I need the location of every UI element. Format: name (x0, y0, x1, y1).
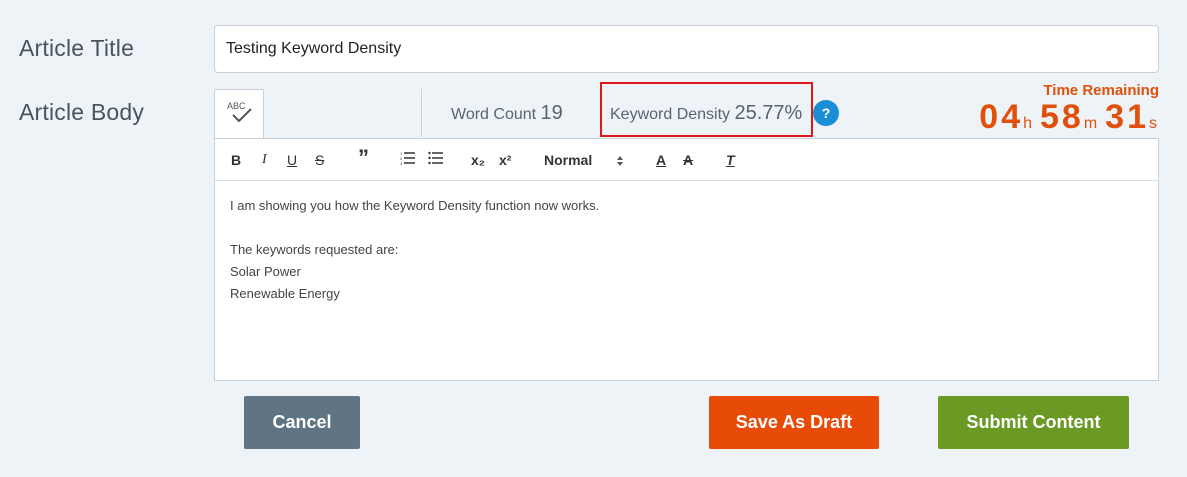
editor-content[interactable]: I am showing you how the Keyword Density… (215, 181, 1158, 319)
article-body-label: Article Body (19, 99, 145, 125)
svg-text:3: 3 (400, 161, 403, 165)
superscript-button[interactable]: x² (499, 151, 511, 169)
clear-format-button[interactable]: T (726, 151, 735, 169)
highlight-button[interactable]: A (683, 151, 693, 169)
timer-hours-unit: h (1023, 115, 1033, 132)
format-select[interactable]: Normal (544, 151, 624, 169)
cancel-button[interactable]: Cancel (244, 396, 360, 449)
article-title-input[interactable] (214, 25, 1159, 73)
checkmark-icon (232, 108, 252, 122)
italic-button[interactable]: I (262, 151, 267, 169)
timer-minutes-unit: m (1083, 115, 1098, 132)
content-line: Renewable Energy (230, 286, 340, 301)
content-line: Solar Power (230, 264, 301, 279)
underline-button[interactable]: U (287, 151, 297, 169)
keyword-density: Keyword Density 25.77% (610, 102, 802, 125)
timer-seconds: 31 (1105, 98, 1149, 136)
timer-seconds-unit: s (1149, 115, 1157, 132)
timer-hours: 04 (979, 98, 1024, 136)
article-title-label: Article Title (19, 35, 135, 61)
word-count-value: 19 (540, 102, 563, 124)
keyword-density-label: Keyword Density (610, 106, 731, 123)
bullet-list-icon (428, 151, 443, 165)
ordered-list-icon: 1 2 3 (400, 151, 415, 166)
countdown-timer: 04h 58m 31s (979, 98, 1157, 137)
editor-toolbar: B I U S ” 1 2 3 x₂ x² Normal A A T (215, 139, 1158, 181)
select-arrows-icon (617, 156, 624, 167)
blockquote-button[interactable]: ” (358, 147, 369, 169)
subscript-button[interactable]: x₂ (471, 151, 485, 169)
timer-minutes: 58 (1040, 98, 1084, 136)
save-as-draft-button[interactable]: Save As Draft (709, 396, 879, 449)
toolbar-divider (421, 89, 422, 137)
word-count-label: Word Count (451, 106, 537, 123)
word-count: Word Count 19 (451, 102, 563, 125)
bold-button[interactable]: B (231, 151, 241, 169)
spellcheck-button[interactable]: ABC (214, 89, 264, 138)
keyword-density-value: 25.77% (734, 102, 803, 124)
content-line: The keywords requested are: (230, 242, 399, 257)
format-select-value: Normal (544, 152, 593, 168)
content-line (230, 217, 1143, 239)
help-icon[interactable]: ? (813, 100, 839, 126)
article-body-editor: B I U S ” 1 2 3 x₂ x² Normal A A T I am … (214, 138, 1159, 381)
ordered-list-button[interactable]: 1 2 3 (400, 151, 415, 169)
time-remaining-label: Time Remaining (1043, 82, 1159, 99)
content-line: I am showing you how the Keyword Density… (230, 198, 600, 213)
strikethrough-button[interactable]: S (315, 151, 324, 169)
font-color-button[interactable]: A (656, 151, 666, 169)
bullet-list-button[interactable] (428, 151, 443, 169)
submit-content-button[interactable]: Submit Content (938, 396, 1129, 449)
